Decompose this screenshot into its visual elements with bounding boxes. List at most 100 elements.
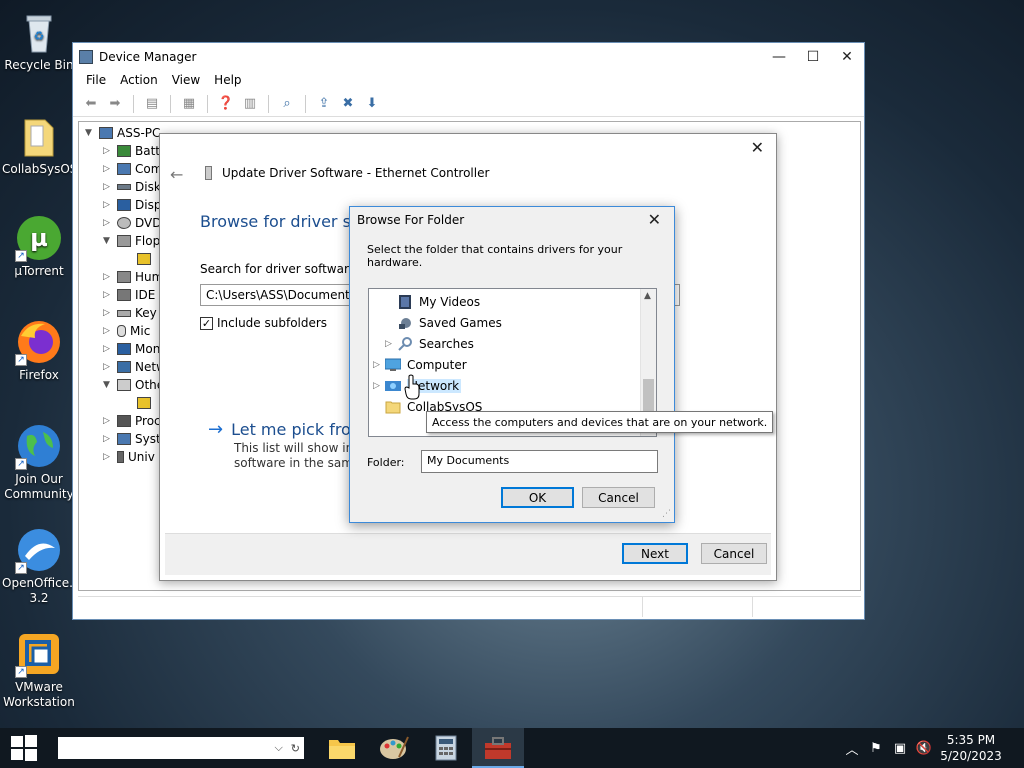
tree-item[interactable]: ▷ Com [103,160,162,178]
tree-item[interactable]: ▼ Flop [103,232,160,250]
tree-item[interactable]: ▷ Batt [103,142,160,160]
tree-item-saved-games[interactable]: Saved Games [397,313,502,333]
expand-arrow-icon[interactable]: ▷ [103,164,115,174]
scroll-up-icon[interactable]: ▲ [644,291,651,301]
tree-item[interactable]: ▷ Mon [103,340,160,358]
show-hide-tree-icon[interactable]: ▤ [142,95,162,113]
tree-item-searches[interactable]: ▷ Searches [385,334,474,354]
expand-arrow-icon[interactable]: ▷ [103,200,115,210]
start-button[interactable] [0,728,48,768]
openoffice-icon: ↗ [15,526,63,574]
utorrent-icon: µ ↗ [15,214,63,262]
expand-arrow-icon[interactable]: ▷ [103,272,115,282]
expand-arrow-icon[interactable]: ▷ [103,218,115,228]
view-icon[interactable]: ▥ [240,95,260,113]
tree-item-my-videos[interactable]: My Videos [397,292,480,312]
expand-arrow-icon[interactable]: ▷ [103,344,115,354]
menu-help[interactable]: Help [207,71,248,91]
collapse-arrow-icon[interactable]: ▼ [103,236,115,246]
collapse-arrow-icon[interactable]: ▼ [103,380,115,390]
desktop-icon-recycle-bin[interactable]: ♻ Recycle Bin [2,8,76,73]
collapse-arrow-icon[interactable]: ▼ [85,128,97,138]
tree-item[interactable]: ▷ Proc [103,412,161,430]
globe-icon: ↗ [15,422,63,470]
pick-from-list-link[interactable]: → Let me pick from [208,419,366,440]
expand-arrow-icon[interactable]: ▷ [103,362,115,372]
menu-view[interactable]: View [165,71,207,91]
include-subfolders-checkbox[interactable]: ✓ Include subfolders [200,316,327,330]
tree-item[interactable]: ▷ Mic [103,322,150,340]
tree-item[interactable] [135,394,155,412]
cancel-button[interactable]: Cancel [582,487,655,508]
tree-item[interactable]: ▷ Syst [103,430,161,448]
expand-arrow-icon[interactable]: ▷ [103,182,115,192]
tree-item[interactable]: ▷ DVD [103,214,161,232]
desktop-icon-openoffice[interactable]: ↗ OpenOffice... 3.2 [2,526,81,606]
file-explorer-taskbar-button[interactable] [316,728,368,768]
tree-item[interactable]: ▼ Othe [103,376,164,394]
tree-item[interactable]: ▷ Disk [103,178,161,196]
expand-arrow-icon[interactable]: ▷ [103,308,115,318]
menu-action[interactable]: Action [113,71,165,91]
tree-item[interactable]: ▷ Disp [103,196,161,214]
tree-item[interactable]: ▷ IDE [103,286,155,304]
cancel-button[interactable]: Cancel [701,543,767,564]
help-icon[interactable]: ❓ [216,95,236,113]
tree-root[interactable]: ▼ ASS-PC [85,124,160,142]
refresh-icon[interactable]: ↻ [291,742,300,755]
expand-arrow-icon[interactable]: ▷ [103,416,115,426]
maximize-button[interactable]: ☐ [796,43,830,71]
expand-arrow-icon[interactable]: ▷ [373,360,385,370]
menu-file[interactable]: File [79,71,113,91]
device-manager-icon [79,50,93,64]
network-tray-icon[interactable]: ▣ [888,741,912,756]
minimize-button[interactable]: — [762,43,796,71]
properties-icon[interactable]: ▦ [179,95,199,113]
tree-item[interactable]: ▷ Univ [103,448,155,466]
folder-input[interactable]: My Documents [421,450,658,473]
forward-icon[interactable]: ➡ [105,95,125,113]
expand-arrow-icon[interactable]: ▷ [103,452,115,462]
expand-arrow-icon[interactable]: ▷ [103,326,115,336]
back-arrow-icon[interactable]: ← [170,165,183,184]
clock[interactable]: 5:35 PM 5/20/2023 [936,732,1006,764]
folder-icon [15,112,63,160]
expand-arrow-icon[interactable]: ▷ [103,290,115,300]
device-manager-taskbar-button[interactable] [472,728,524,768]
chevron-up-icon[interactable]: ︿ [840,739,864,758]
paint-taskbar-button[interactable] [368,728,420,768]
close-button[interactable]: ✕ [830,43,864,71]
desktop-icon-vmware[interactable]: ↗ VMware Workstation [2,630,76,710]
tree-item[interactable]: ▷ Netw [103,358,166,376]
tree-item[interactable] [135,250,155,268]
chevron-down-icon[interactable]: ⌵ [274,741,282,755]
desktop-icon-join-our-community[interactable]: ↗ Join Our Community [2,422,76,502]
folder-label: Folder: [367,456,405,469]
tree-item[interactable]: ▷ Hum [103,268,163,286]
scrollbar-thumb[interactable] [643,379,654,413]
enable-device-icon[interactable]: ⬇ [362,95,382,113]
calculator-taskbar-button[interactable] [420,728,472,768]
close-icon[interactable]: ✕ [648,210,661,229]
taskbar-search-box[interactable]: ⌵ ↻ [58,737,304,759]
expand-arrow-icon[interactable]: ▷ [385,339,397,349]
desktop-icon-collabsysos[interactable]: CollabSysOS [2,112,77,177]
expand-arrow-icon[interactable]: ▷ [103,434,115,444]
uninstall-icon[interactable]: ✖ [338,95,358,113]
close-icon[interactable]: ✕ [751,138,764,157]
volume-muted-icon[interactable]: 🔇 [912,741,936,756]
next-button[interactable]: Next [622,543,688,564]
title-bar[interactable]: Device Manager [73,43,864,71]
update-driver-icon[interactable]: ⇪ [314,95,334,113]
tree-item[interactable]: ▷ Key [103,304,157,322]
desktop-icon-utorrent[interactable]: µ ↗ µTorrent [2,214,76,279]
ok-button[interactable]: OK [501,487,574,508]
resize-grip-icon[interactable]: ⋰ [662,509,671,519]
expand-arrow-icon[interactable]: ▷ [373,381,385,391]
back-icon[interactable]: ⬅ [81,95,101,113]
desktop-icon-firefox[interactable]: ↗ Firefox [2,318,76,383]
flag-icon[interactable]: ⚑ [864,741,888,756]
expand-arrow-icon[interactable]: ▷ [103,146,115,156]
tree-item-computer[interactable]: ▷ Computer [373,355,467,375]
scan-hardware-icon[interactable]: ⌕ [277,95,297,113]
